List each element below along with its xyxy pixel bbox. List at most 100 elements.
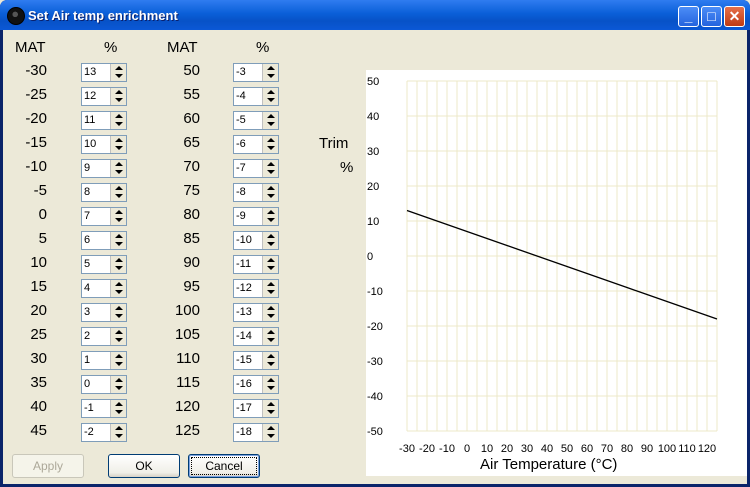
spin-up-icon[interactable] bbox=[267, 66, 275, 70]
trim-spinner[interactable]: -2 bbox=[81, 423, 127, 442]
trim-spinner[interactable]: 7 bbox=[81, 207, 127, 226]
trim-value[interactable]: -10 bbox=[236, 234, 252, 246]
trim-value[interactable]: -1 bbox=[84, 402, 94, 414]
spin-up-icon[interactable] bbox=[115, 234, 123, 238]
spin-down-icon[interactable] bbox=[115, 170, 123, 174]
spin-up-icon[interactable] bbox=[267, 258, 275, 262]
trim-spinner[interactable]: -11 bbox=[233, 255, 279, 274]
trim-spinner[interactable]: -14 bbox=[233, 327, 279, 346]
spin-up-icon[interactable] bbox=[267, 90, 275, 94]
spinner-arrows[interactable] bbox=[110, 256, 126, 273]
spinner-arrows[interactable] bbox=[110, 208, 126, 225]
spin-down-icon[interactable] bbox=[267, 242, 275, 246]
spinner-arrows[interactable] bbox=[110, 328, 126, 345]
spin-down-icon[interactable] bbox=[267, 434, 275, 438]
spin-up-icon[interactable] bbox=[115, 402, 123, 406]
trim-value[interactable]: 9 bbox=[84, 162, 90, 174]
trim-value[interactable]: -12 bbox=[236, 282, 252, 294]
trim-spinner[interactable]: -1 bbox=[81, 399, 127, 418]
title-bar[interactable]: Set Air temp enrichment _ □ ✕ bbox=[0, 0, 750, 30]
spin-down-icon[interactable] bbox=[115, 338, 123, 342]
trim-value[interactable]: 1 bbox=[84, 354, 90, 366]
trim-value[interactable]: 12 bbox=[84, 90, 96, 102]
apply-button[interactable]: Apply bbox=[12, 454, 84, 478]
spinner-arrows[interactable] bbox=[262, 256, 278, 273]
spin-down-icon[interactable] bbox=[115, 74, 123, 78]
trim-spinner[interactable]: 13 bbox=[81, 63, 127, 82]
trim-spinner[interactable]: 1 bbox=[81, 351, 127, 370]
trim-spinner[interactable]: -9 bbox=[233, 207, 279, 226]
spinner-arrows[interactable] bbox=[262, 184, 278, 201]
maximize-button[interactable]: □ bbox=[701, 6, 722, 27]
spin-down-icon[interactable] bbox=[115, 218, 123, 222]
trim-value[interactable]: 0 bbox=[84, 378, 90, 390]
spin-down-icon[interactable] bbox=[115, 290, 123, 294]
spin-up-icon[interactable] bbox=[267, 378, 275, 382]
spin-up-icon[interactable] bbox=[115, 282, 123, 286]
spin-up-icon[interactable] bbox=[115, 162, 123, 166]
trim-value[interactable]: -18 bbox=[236, 426, 252, 438]
spin-up-icon[interactable] bbox=[267, 234, 275, 238]
spinner-arrows[interactable] bbox=[262, 232, 278, 249]
spin-up-icon[interactable] bbox=[115, 186, 123, 190]
spinner-arrows[interactable] bbox=[262, 280, 278, 297]
spinner-arrows[interactable] bbox=[110, 88, 126, 105]
trim-value[interactable]: -8 bbox=[236, 186, 246, 198]
spin-up-icon[interactable] bbox=[267, 186, 275, 190]
spin-up-icon[interactable] bbox=[267, 210, 275, 214]
trim-value[interactable]: -4 bbox=[236, 90, 246, 102]
spinner-arrows[interactable] bbox=[110, 376, 126, 393]
trim-spinner[interactable]: -8 bbox=[233, 183, 279, 202]
spinner-arrows[interactable] bbox=[110, 112, 126, 129]
trim-spinner[interactable]: -7 bbox=[233, 159, 279, 178]
trim-value[interactable]: -11 bbox=[236, 258, 251, 270]
trim-value[interactable]: 2 bbox=[84, 330, 90, 342]
spinner-arrows[interactable] bbox=[262, 352, 278, 369]
trim-spinner[interactable]: -17 bbox=[233, 399, 279, 418]
spin-down-icon[interactable] bbox=[267, 74, 275, 78]
trim-spinner[interactable]: 4 bbox=[81, 279, 127, 298]
spin-down-icon[interactable] bbox=[115, 362, 123, 366]
trim-value[interactable]: -7 bbox=[236, 162, 246, 174]
trim-value[interactable]: -15 bbox=[236, 354, 252, 366]
spin-up-icon[interactable] bbox=[115, 330, 123, 334]
spin-up-icon[interactable] bbox=[115, 258, 123, 262]
trim-value[interactable]: 8 bbox=[84, 186, 90, 198]
trim-value[interactable]: 10 bbox=[84, 138, 96, 150]
trim-value[interactable]: -3 bbox=[236, 66, 246, 78]
spin-down-icon[interactable] bbox=[115, 194, 123, 198]
spin-down-icon[interactable] bbox=[115, 314, 123, 318]
trim-spinner[interactable]: 11 bbox=[81, 111, 127, 130]
spin-down-icon[interactable] bbox=[115, 98, 123, 102]
spin-down-icon[interactable] bbox=[267, 170, 275, 174]
spinner-arrows[interactable] bbox=[110, 232, 126, 249]
spin-up-icon[interactable] bbox=[115, 378, 123, 382]
spinner-arrows[interactable] bbox=[262, 88, 278, 105]
spin-down-icon[interactable] bbox=[267, 122, 275, 126]
close-button[interactable]: ✕ bbox=[724, 6, 745, 27]
trim-value[interactable]: 13 bbox=[84, 66, 96, 78]
spin-down-icon[interactable] bbox=[115, 386, 123, 390]
spin-up-icon[interactable] bbox=[115, 426, 123, 430]
spin-down-icon[interactable] bbox=[115, 434, 123, 438]
trim-spinner[interactable]: -13 bbox=[233, 303, 279, 322]
spin-down-icon[interactable] bbox=[115, 122, 123, 126]
trim-spinner[interactable]: -3 bbox=[233, 63, 279, 82]
spin-down-icon[interactable] bbox=[267, 314, 275, 318]
spin-up-icon[interactable] bbox=[115, 90, 123, 94]
spinner-arrows[interactable] bbox=[262, 424, 278, 441]
spin-down-icon[interactable] bbox=[267, 146, 275, 150]
spin-down-icon[interactable] bbox=[267, 266, 275, 270]
trim-spinner[interactable]: -18 bbox=[233, 423, 279, 442]
spinner-arrows[interactable] bbox=[262, 304, 278, 321]
spinner-arrows[interactable] bbox=[262, 400, 278, 417]
trim-spinner[interactable]: 6 bbox=[81, 231, 127, 250]
spin-up-icon[interactable] bbox=[267, 162, 275, 166]
spin-up-icon[interactable] bbox=[115, 306, 123, 310]
spinner-arrows[interactable] bbox=[262, 328, 278, 345]
minimize-button[interactable]: _ bbox=[678, 6, 699, 27]
trim-spinner[interactable]: -10 bbox=[233, 231, 279, 250]
spin-down-icon[interactable] bbox=[115, 266, 123, 270]
spin-up-icon[interactable] bbox=[267, 426, 275, 430]
trim-value[interactable]: -16 bbox=[236, 378, 252, 390]
